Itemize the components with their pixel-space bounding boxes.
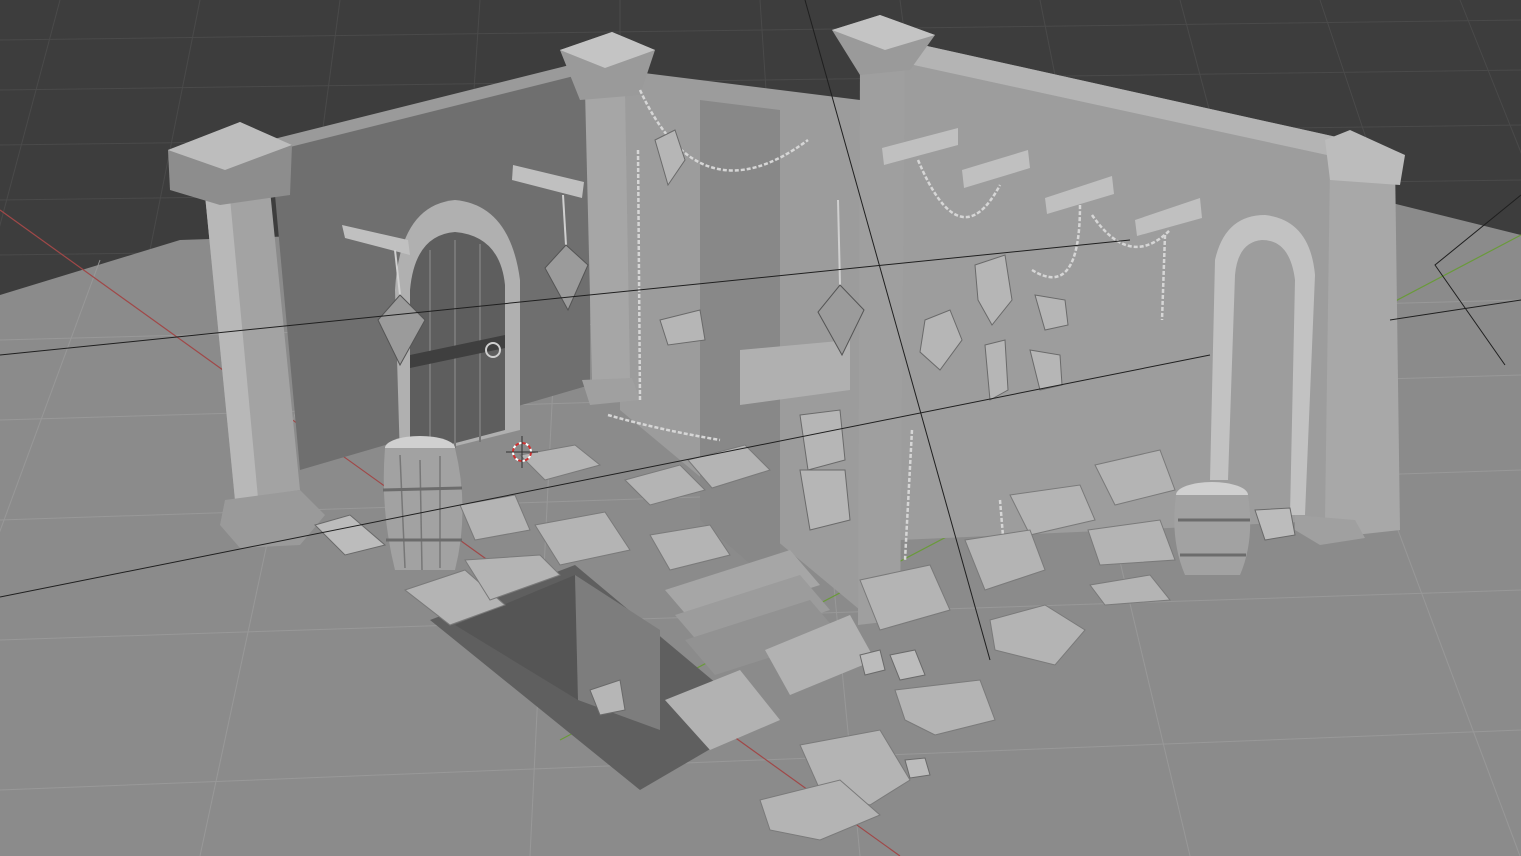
- barrel-left: [382, 436, 463, 571]
- viewport-canvas[interactable]: [0, 0, 1521, 856]
- barrel-right: [1174, 482, 1251, 575]
- wall-middle-recess: [700, 100, 780, 590]
- 3d-viewport[interactable]: [0, 0, 1521, 856]
